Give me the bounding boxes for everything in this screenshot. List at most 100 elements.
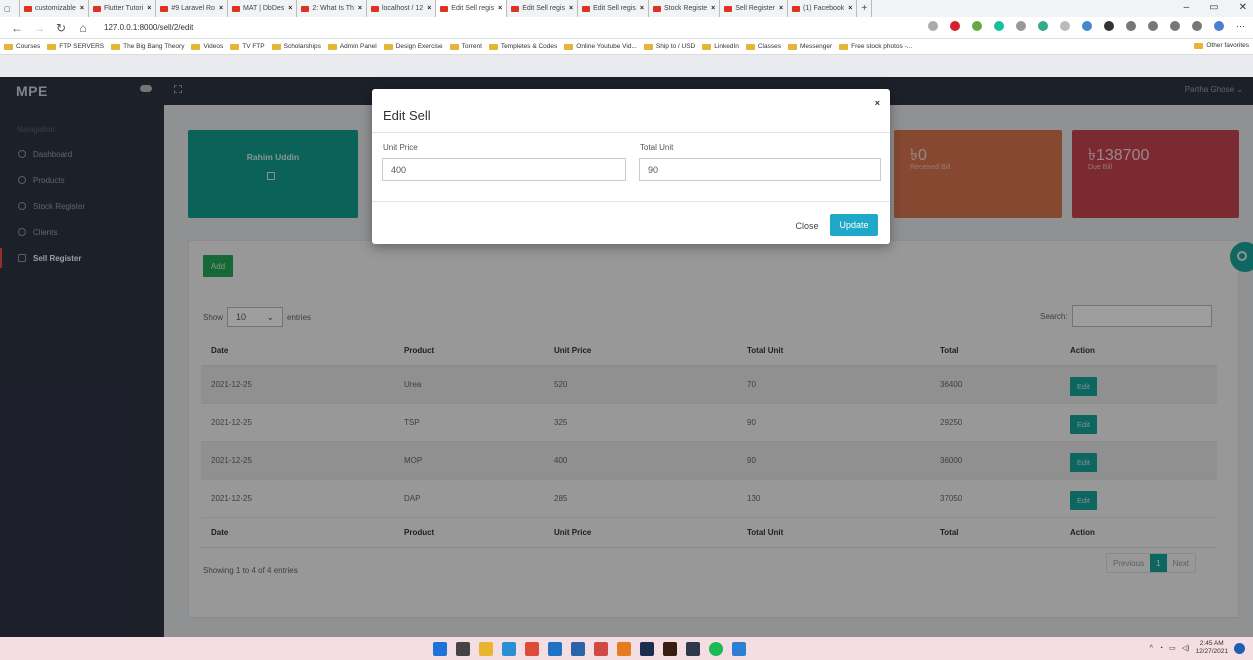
tab-close-icon[interactable]: × <box>498 5 502 12</box>
browser-tab[interactable]: Flutter Tutori × <box>89 0 157 17</box>
terminal-icon[interactable] <box>686 642 700 656</box>
bookmark-item[interactable]: Messenger <box>787 43 832 50</box>
bookmark-item[interactable]: Admin Panel <box>327 43 377 50</box>
display-icon[interactable]: ▭ <box>1169 644 1176 652</box>
bookmark-label: Online Youtube Vid... <box>576 43 637 50</box>
bookmark-item[interactable]: Online Youtube Vid... <box>564 43 637 50</box>
extension-icon[interactable] <box>1082 21 1092 31</box>
modal-title: Edit Sell <box>383 108 431 123</box>
browser-tab[interactable]: Edit Sell regis × <box>436 0 508 17</box>
tab-close-icon[interactable]: × <box>711 5 715 12</box>
bookmark-item[interactable]: Classes <box>745 43 781 50</box>
bookmark-item[interactable]: Templetes & Codes <box>488 43 557 50</box>
browser-tab[interactable]: MAT | DbDes × <box>228 0 298 17</box>
new-tab-icon[interactable]: + <box>857 0 873 17</box>
minimize-icon[interactable]: – <box>1184 2 1190 13</box>
shield-icon[interactable] <box>1192 21 1202 31</box>
extension-icon[interactable] <box>1038 21 1048 31</box>
file-explorer-icon[interactable] <box>479 642 493 656</box>
app-icon[interactable] <box>571 642 585 656</box>
browser-tab[interactable]: Edit Sell regis × <box>578 0 649 17</box>
bookmark-item[interactable]: Torrent <box>449 43 482 50</box>
app-icon[interactable] <box>594 642 608 656</box>
bookmark-item[interactable]: Design Exercise <box>383 43 443 50</box>
bookmark-item[interactable]: Videos <box>191 43 223 50</box>
browser-tab[interactable]: 2: What Is Th × <box>297 0 367 17</box>
opera-icon[interactable] <box>950 21 960 31</box>
reload-icon[interactable]: ↻ <box>50 21 72 35</box>
home-icon[interactable]: ⌂ <box>72 21 94 35</box>
favorite-star-icon[interactable] <box>928 21 938 31</box>
illustrator-icon[interactable] <box>663 642 677 656</box>
photoshop-icon[interactable] <box>640 642 654 656</box>
back-icon[interactable]: ← <box>6 21 28 35</box>
collections-icon[interactable] <box>1170 21 1180 31</box>
close-window-icon[interactable]: ✕ <box>1239 2 1247 13</box>
other-favorites[interactable]: Other favorites <box>1194 42 1249 49</box>
browser-tab[interactable]: Sell Register × <box>720 0 789 17</box>
chevron-up-icon[interactable]: ^ <box>1150 645 1153 652</box>
network-icon[interactable]: ◔ <box>1159 645 1163 652</box>
bookmark-item[interactable]: The Big Bang Theory <box>111 43 184 50</box>
windows-start-icon[interactable] <box>433 642 447 656</box>
tab-close-icon[interactable]: × <box>848 5 852 12</box>
update-button[interactable]: Update <box>830 214 878 236</box>
chrome-icon[interactable] <box>525 642 539 656</box>
bookmark-item[interactable]: Ship to / USD <box>643 43 695 50</box>
tab-close-icon[interactable]: × <box>640 5 644 12</box>
folder-icon <box>111 43 121 50</box>
tab-close-icon[interactable]: × <box>80 5 84 12</box>
tab-close-icon[interactable]: × <box>779 5 783 12</box>
clock[interactable]: 2:45 AM 12/27/2021 <box>1195 640 1228 656</box>
profile-avatar-icon[interactable] <box>1214 21 1224 31</box>
browser-tab[interactable]: customizable × <box>20 0 89 17</box>
bookmark-item[interactable]: Courses <box>4 43 40 50</box>
tab-actions-icon[interactable]: ▢ <box>0 0 20 17</box>
browser-tab[interactable]: localhost / 12 × <box>367 0 437 17</box>
modal-close-icon[interactable]: × <box>875 98 880 108</box>
photos-icon[interactable] <box>732 642 746 656</box>
bookmark-item[interactable]: LinkedIn <box>702 43 739 50</box>
tab-close-icon[interactable]: × <box>147 5 151 12</box>
browser-tab[interactable]: (1) Facebook × <box>788 0 858 17</box>
tab-close-icon[interactable]: × <box>358 5 362 12</box>
folder-icon <box>702 43 712 50</box>
tab-close-icon[interactable]: × <box>427 5 431 12</box>
bookmark-item[interactable]: FTP SERVERS <box>47 43 104 50</box>
bookmark-item[interactable]: Scholarships <box>271 43 321 50</box>
browser-tab[interactable]: Edit Sell regis × <box>507 0 579 17</box>
extension-icon[interactable] <box>1104 21 1114 31</box>
grammarly-icon[interactable] <box>994 21 1004 31</box>
refresh-icon[interactable] <box>1126 21 1136 31</box>
browser-tab-label: customizable <box>35 5 76 12</box>
volume-icon[interactable]: ◁) <box>1182 644 1190 652</box>
window-controls: – ▭ ✕ <box>1184 2 1247 13</box>
url-field[interactable]: 127.0.0.1:8000/sell/2/edit <box>104 23 193 32</box>
favorites-icon[interactable] <box>1148 21 1158 31</box>
bookmark-item[interactable]: Free stock photos -... <box>839 43 912 50</box>
system-tray: ^ ◔ ▭ ◁) 2:45 AM 12/27/2021 <box>1150 640 1245 656</box>
browser-tab[interactable]: #9 Laravel Ro × <box>156 0 229 17</box>
tab-close-icon[interactable]: × <box>288 5 292 12</box>
total-unit-field[interactable]: 90 <box>639 158 881 181</box>
more-icon[interactable]: ··· <box>1236 21 1245 31</box>
vscode-icon[interactable] <box>548 642 562 656</box>
bookmark-item[interactable]: TV FTP <box>230 43 265 50</box>
clock-date: 12/27/2021 <box>1195 648 1228 655</box>
shield-icon[interactable] <box>1060 21 1070 31</box>
maximize-icon[interactable]: ▭ <box>1209 2 1218 13</box>
forward-icon[interactable]: → <box>28 21 50 35</box>
help-icon[interactable] <box>1234 642 1245 654</box>
browser-tab[interactable]: Stock Registe × <box>649 0 721 17</box>
unit-price-field[interactable]: 400 <box>382 158 626 181</box>
filter-icon[interactable] <box>1016 21 1026 31</box>
tab-close-icon[interactable]: × <box>219 5 223 12</box>
tab-close-icon[interactable]: × <box>569 5 573 12</box>
edge-icon[interactable] <box>502 642 516 656</box>
browser-tab-label: Edit Sell regis <box>522 5 565 12</box>
spotify-icon[interactable] <box>709 642 723 656</box>
task-view-icon[interactable] <box>456 642 470 656</box>
close-button[interactable]: Close <box>789 216 825 236</box>
extension-icon[interactable] <box>972 21 982 31</box>
app-icon[interactable] <box>617 642 631 656</box>
